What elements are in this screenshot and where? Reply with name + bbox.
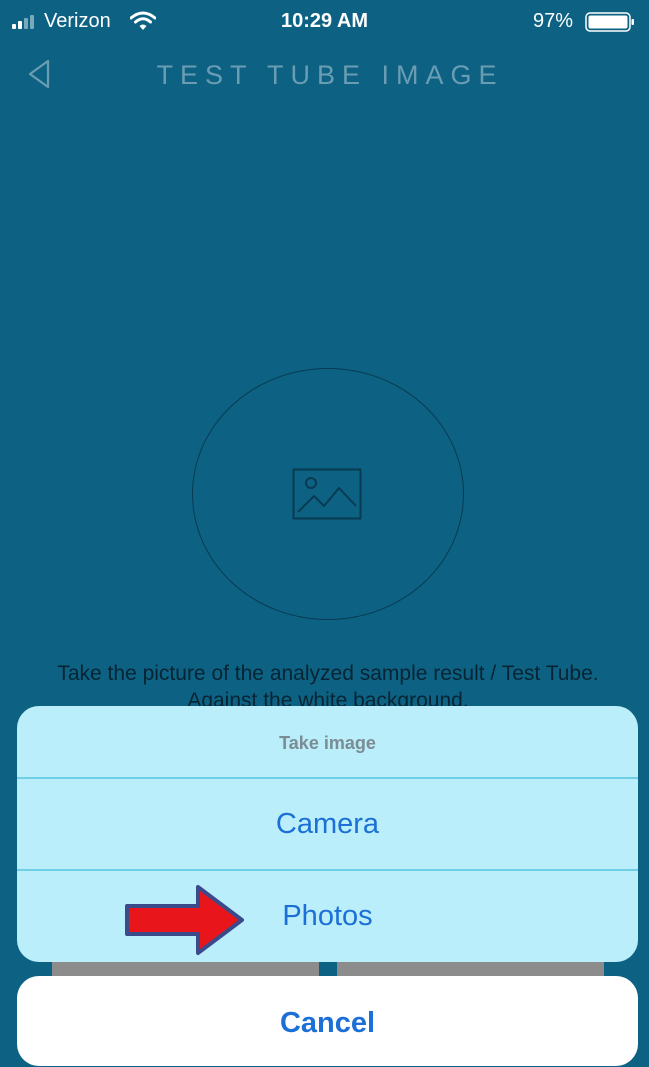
cancel-button[interactable]: Cancel — [17, 976, 638, 1066]
action-sheet-title: Take image — [279, 733, 376, 753]
action-sheet: Take image Camera Photos — [17, 706, 638, 962]
image-icon — [292, 468, 362, 520]
status-bar: Verizon 10:29 AM 97% — [0, 0, 649, 44]
instruction-text: Take the picture of the analyzed sample … — [57, 662, 599, 708]
battery-icon — [585, 12, 634, 32]
camera-option[interactable]: Camera — [17, 779, 638, 869]
photos-option[interactable]: Photos — [17, 871, 638, 961]
screen: Verizon 10:29 AM 97% TEST TUBE IMAGE Tak… — [0, 0, 649, 1067]
right-arrow-icon — [125, 885, 244, 955]
page-title: TEST TUBE IMAGE — [156, 60, 504, 90]
battery-percent: 97% — [532, 10, 573, 32]
